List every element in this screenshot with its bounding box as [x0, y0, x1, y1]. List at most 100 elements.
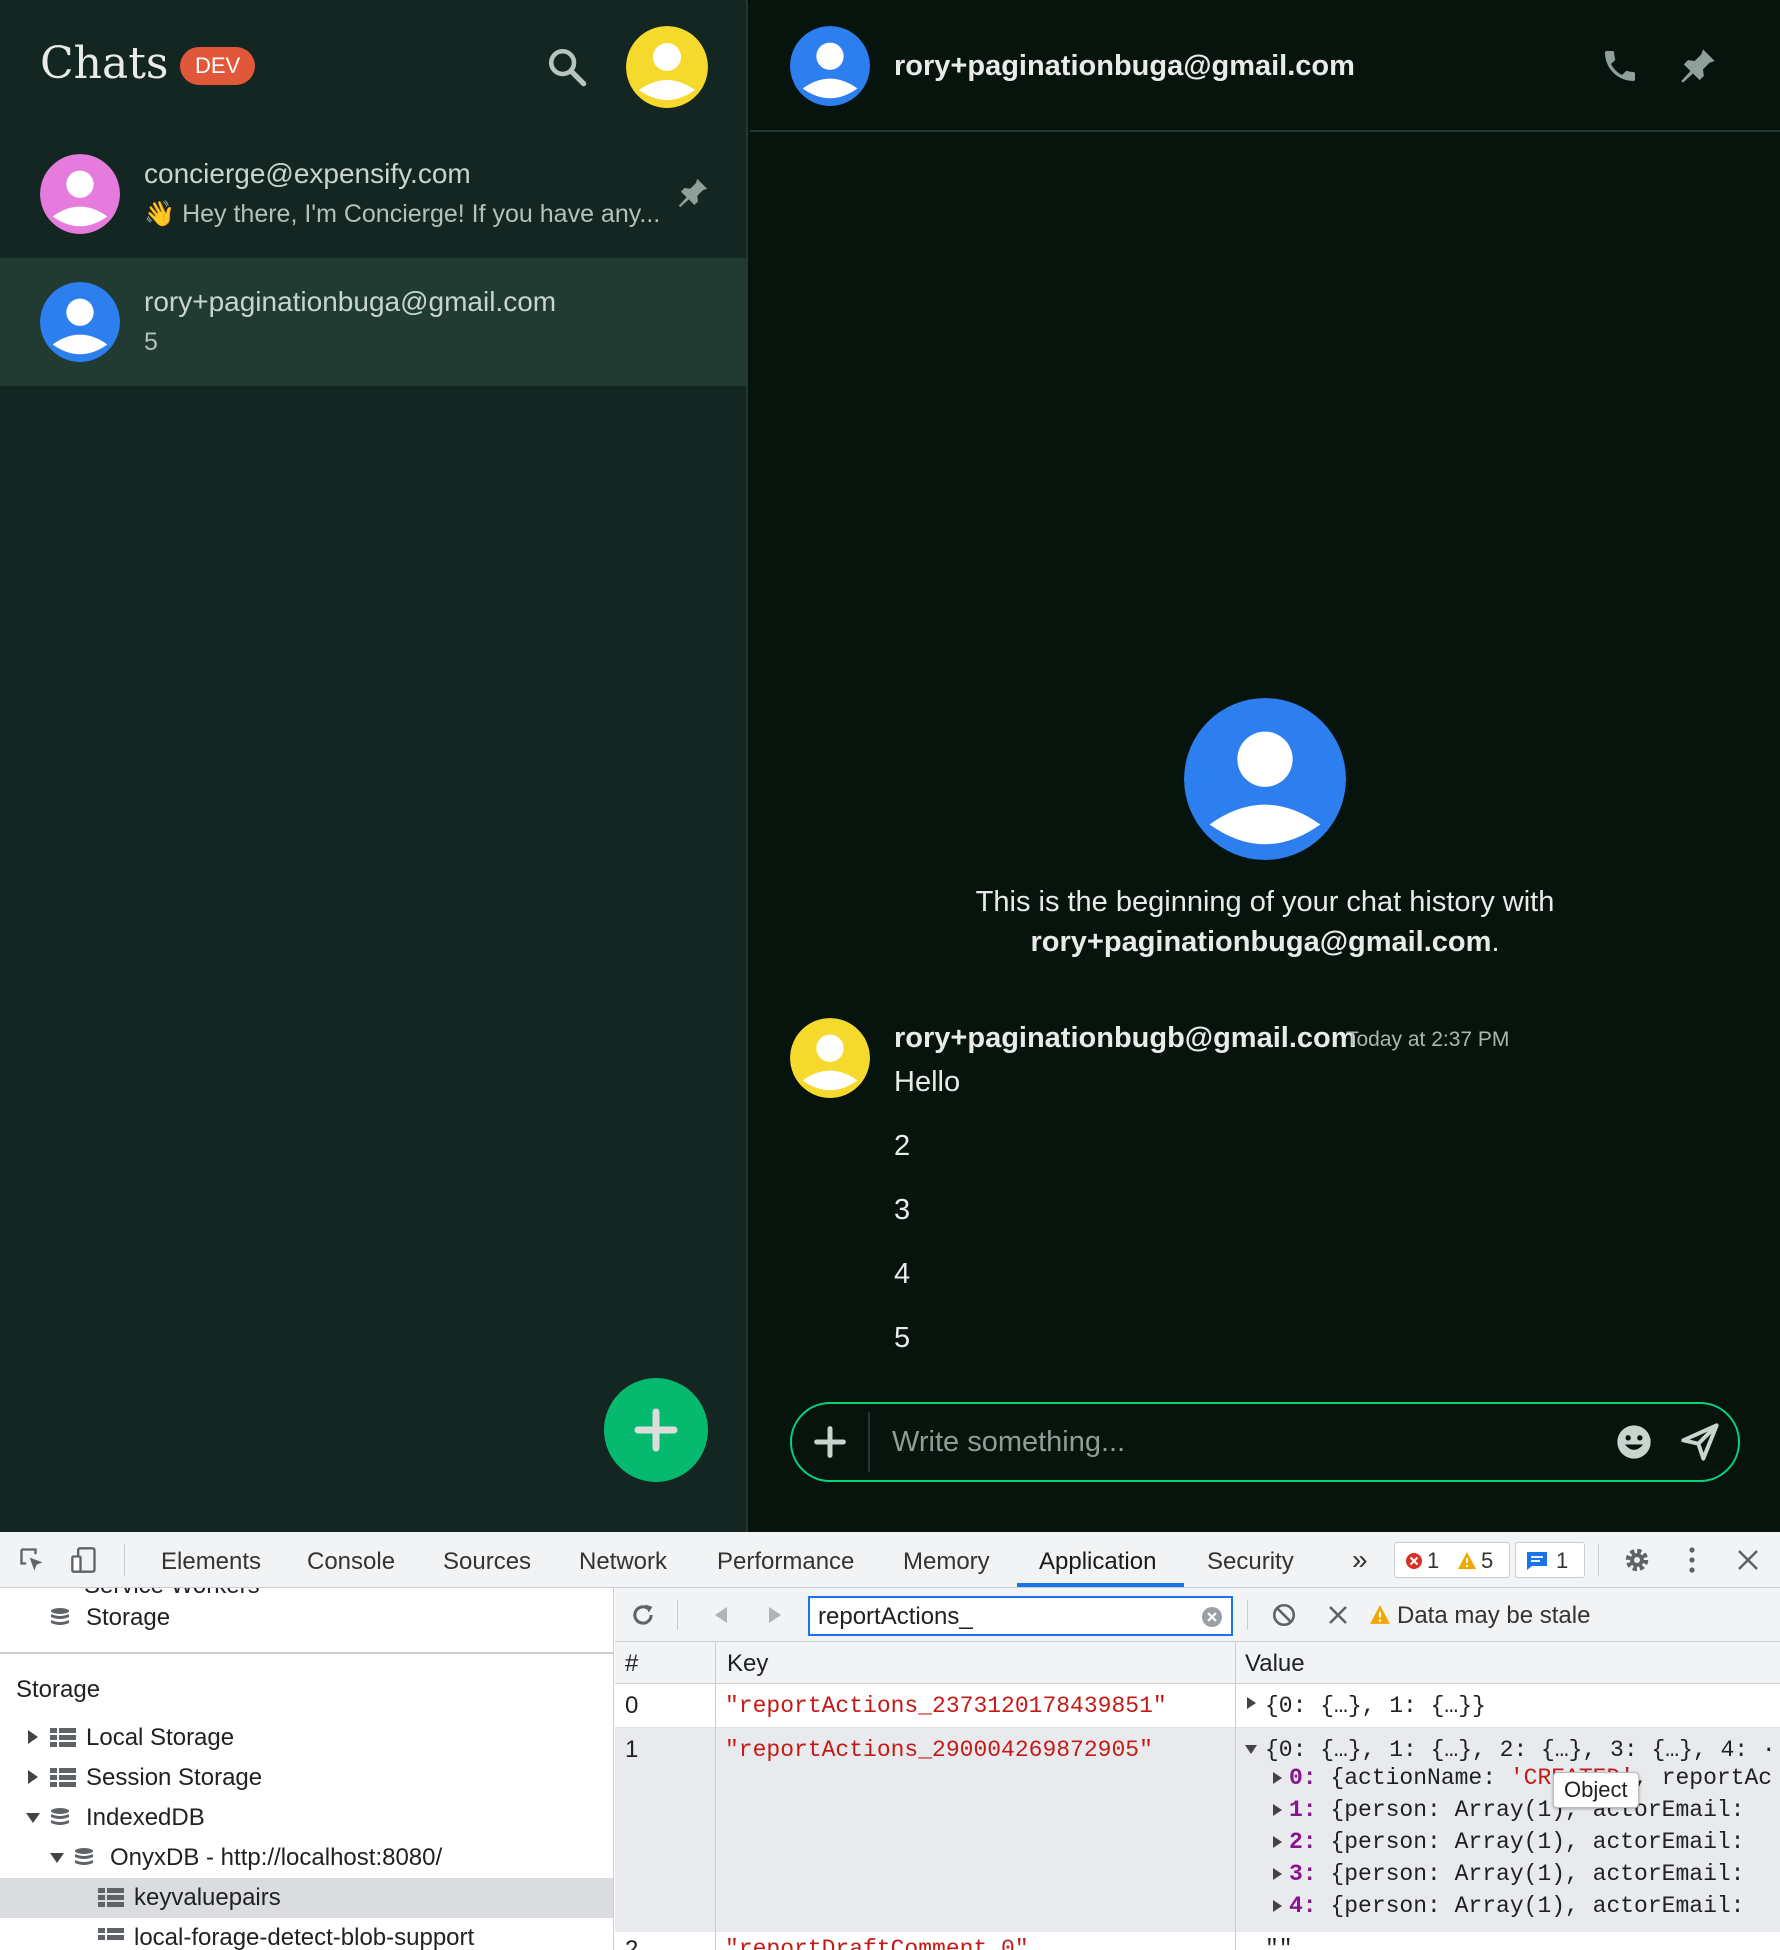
tree-item-session-storage[interactable]: Session Storage	[0, 1758, 613, 1798]
table-icon	[50, 1728, 76, 1747]
message-timestamp: Today at 2:37 PM	[1346, 1028, 1510, 1051]
header-avatar[interactable]	[790, 26, 870, 106]
section-divider	[0, 1652, 613, 1654]
clear-object-store-icon[interactable]	[1271, 1602, 1297, 1628]
tree-item-indexeddb[interactable]: IndexedDB	[0, 1798, 613, 1838]
expand-arrow-icon[interactable]	[28, 1730, 38, 1744]
tree-item-storage-overview[interactable]: Storage	[0, 1598, 613, 1638]
divider	[1598, 1544, 1599, 1576]
env-badge: DEV	[180, 47, 256, 85]
idb-toolbar: Data may be stale	[615, 1588, 1780, 1642]
table-row[interactable]: 2 "reportDraftComment_0" ""	[615, 1932, 1780, 1950]
close-icon[interactable]	[1736, 1548, 1760, 1572]
expand-arrow-icon[interactable]	[28, 1770, 38, 1784]
collapse-arrow-icon[interactable]	[26, 1813, 40, 1823]
pin-icon[interactable]	[1678, 46, 1718, 86]
tree-item-keyvaluepairs[interactable]: keyvaluepairs	[0, 1878, 613, 1918]
expand-arrow-icon[interactable]	[1273, 1772, 1282, 1784]
expand-arrow-icon[interactable]	[1273, 1900, 1282, 1912]
search-icon[interactable]	[546, 46, 588, 88]
property-index: 1:	[1289, 1797, 1317, 1823]
tab-performance[interactable]: Performance	[717, 1548, 854, 1576]
phone-icon[interactable]	[1600, 46, 1640, 86]
tab-application[interactable]: Application	[1039, 1548, 1156, 1576]
user-avatar[interactable]	[626, 26, 708, 108]
message-author-avatar[interactable]	[790, 1018, 870, 1098]
tooltip: Object	[1553, 1772, 1639, 1808]
emoji-icon[interactable]	[1614, 1422, 1654, 1462]
property-line: 2: {person: Array(1), actorEmail:	[1289, 1829, 1744, 1855]
composer-divider	[868, 1412, 870, 1472]
tab-sources[interactable]: Sources	[443, 1548, 531, 1576]
key-filter-box	[808, 1596, 1233, 1636]
tree-item-detect-blob[interactable]: local-forage-detect-blob-support	[0, 1918, 613, 1950]
chat-intro-email: rory+paginationbuga@gmail.com	[1030, 926, 1492, 958]
tab-memory[interactable]: Memory	[903, 1548, 990, 1576]
table-icon	[98, 1928, 124, 1940]
tree-item-onyxdb[interactable]: OnyxDB - http://localhost:8080/	[0, 1838, 613, 1878]
warning-icon	[1370, 1605, 1390, 1624]
error-count: 1	[1427, 1548, 1440, 1573]
chat-header-name[interactable]: rory+paginationbuga@gmail.com	[894, 50, 1355, 83]
sidebar: Chats DEV concierge@expensify.com 👋 Hey …	[0, 0, 748, 1532]
device-toolbar-icon[interactable]	[70, 1546, 98, 1574]
refresh-icon[interactable]	[629, 1601, 657, 1629]
property-index: 0:	[1289, 1765, 1317, 1791]
messages-counter[interactable]: 1	[1515, 1542, 1585, 1578]
object-property[interactable]: 3: {person: Array(1), actorEmail:	[615, 1860, 1780, 1890]
issues-counter[interactable]: 1 5	[1394, 1542, 1510, 1578]
attach-plus-icon[interactable]	[810, 1422, 850, 1462]
message-text: 4	[894, 1258, 911, 1290]
gear-icon[interactable]	[1622, 1545, 1652, 1575]
message-icon	[1527, 1552, 1547, 1570]
send-icon[interactable]	[1680, 1422, 1720, 1462]
avatar	[40, 282, 120, 362]
tree-label: Local Storage	[86, 1724, 235, 1751]
object-property[interactable]: 4: {person: Array(1), actorEmail:	[615, 1892, 1780, 1922]
tab-network[interactable]: Network	[579, 1548, 667, 1576]
inspect-element-icon[interactable]	[18, 1546, 46, 1574]
expand-arrow-icon[interactable]	[1273, 1836, 1282, 1848]
clear-filter-icon[interactable]	[1201, 1606, 1223, 1628]
row-number: 1	[625, 1736, 639, 1763]
error-icon	[1406, 1553, 1422, 1569]
app-window: Chats DEV concierge@expensify.com 👋 Hey …	[0, 0, 1780, 1532]
column-header[interactable]: #	[625, 1650, 638, 1678]
new-chat-button[interactable]	[604, 1378, 708, 1482]
collapse-arrow-icon[interactable]	[50, 1853, 64, 1863]
key-filter-input[interactable]	[818, 1602, 1178, 1632]
table-row[interactable]: 0 "reportActions_2373120178439851" {0: {…	[615, 1684, 1780, 1728]
next-page-icon[interactable]	[765, 1605, 785, 1625]
message-count: 1	[1556, 1548, 1569, 1573]
tree-label: IndexedDB	[86, 1804, 205, 1831]
more-tabs-button[interactable]: »	[1352, 1544, 1368, 1576]
divider	[1247, 1600, 1248, 1630]
tab-security[interactable]: Security	[1207, 1548, 1294, 1576]
table-row[interactable]: 1 "reportActions_290004269872905" {0: {……	[615, 1728, 1780, 1932]
column-header[interactable]: Key	[727, 1650, 768, 1678]
avatar	[40, 154, 120, 234]
column-header[interactable]: Value	[1245, 1650, 1305, 1678]
chat-row-concierge[interactable]: concierge@expensify.com 👋 Hey there, I'm…	[0, 130, 748, 258]
object-property[interactable]: 2: {person: Array(1), actorEmail:	[615, 1828, 1780, 1858]
message-author[interactable]: rory+paginationbugb@gmail.com	[894, 1022, 1357, 1055]
chat-header: rory+paginationbuga@gmail.com	[750, 0, 1780, 132]
collapse-arrow-icon[interactable]	[1245, 1745, 1257, 1754]
chat-row-rory[interactable]: rory+paginationbuga@gmail.com 5	[0, 258, 748, 386]
property-index: 4:	[1289, 1893, 1317, 1919]
composer-input[interactable]	[892, 1420, 1572, 1464]
expand-arrow-icon[interactable]	[1273, 1868, 1282, 1880]
chat-intro-period: .	[1491, 926, 1500, 958]
expand-arrow-icon[interactable]	[1273, 1804, 1282, 1816]
tree-item-local-storage[interactable]: Local Storage	[0, 1718, 613, 1758]
property-text: , reportAc	[1634, 1765, 1773, 1791]
expand-arrow-icon[interactable]	[1247, 1697, 1256, 1709]
tab-console[interactable]: Console	[307, 1548, 395, 1576]
prev-page-icon[interactable]	[711, 1605, 731, 1625]
delete-selected-icon[interactable]	[1327, 1604, 1349, 1626]
table-header: # Key Value	[615, 1642, 1780, 1684]
database-icon	[51, 1808, 69, 1825]
more-options-icon[interactable]	[1680, 1545, 1704, 1575]
property-index: 2:	[1289, 1829, 1317, 1855]
tab-elements[interactable]: Elements	[161, 1548, 261, 1576]
